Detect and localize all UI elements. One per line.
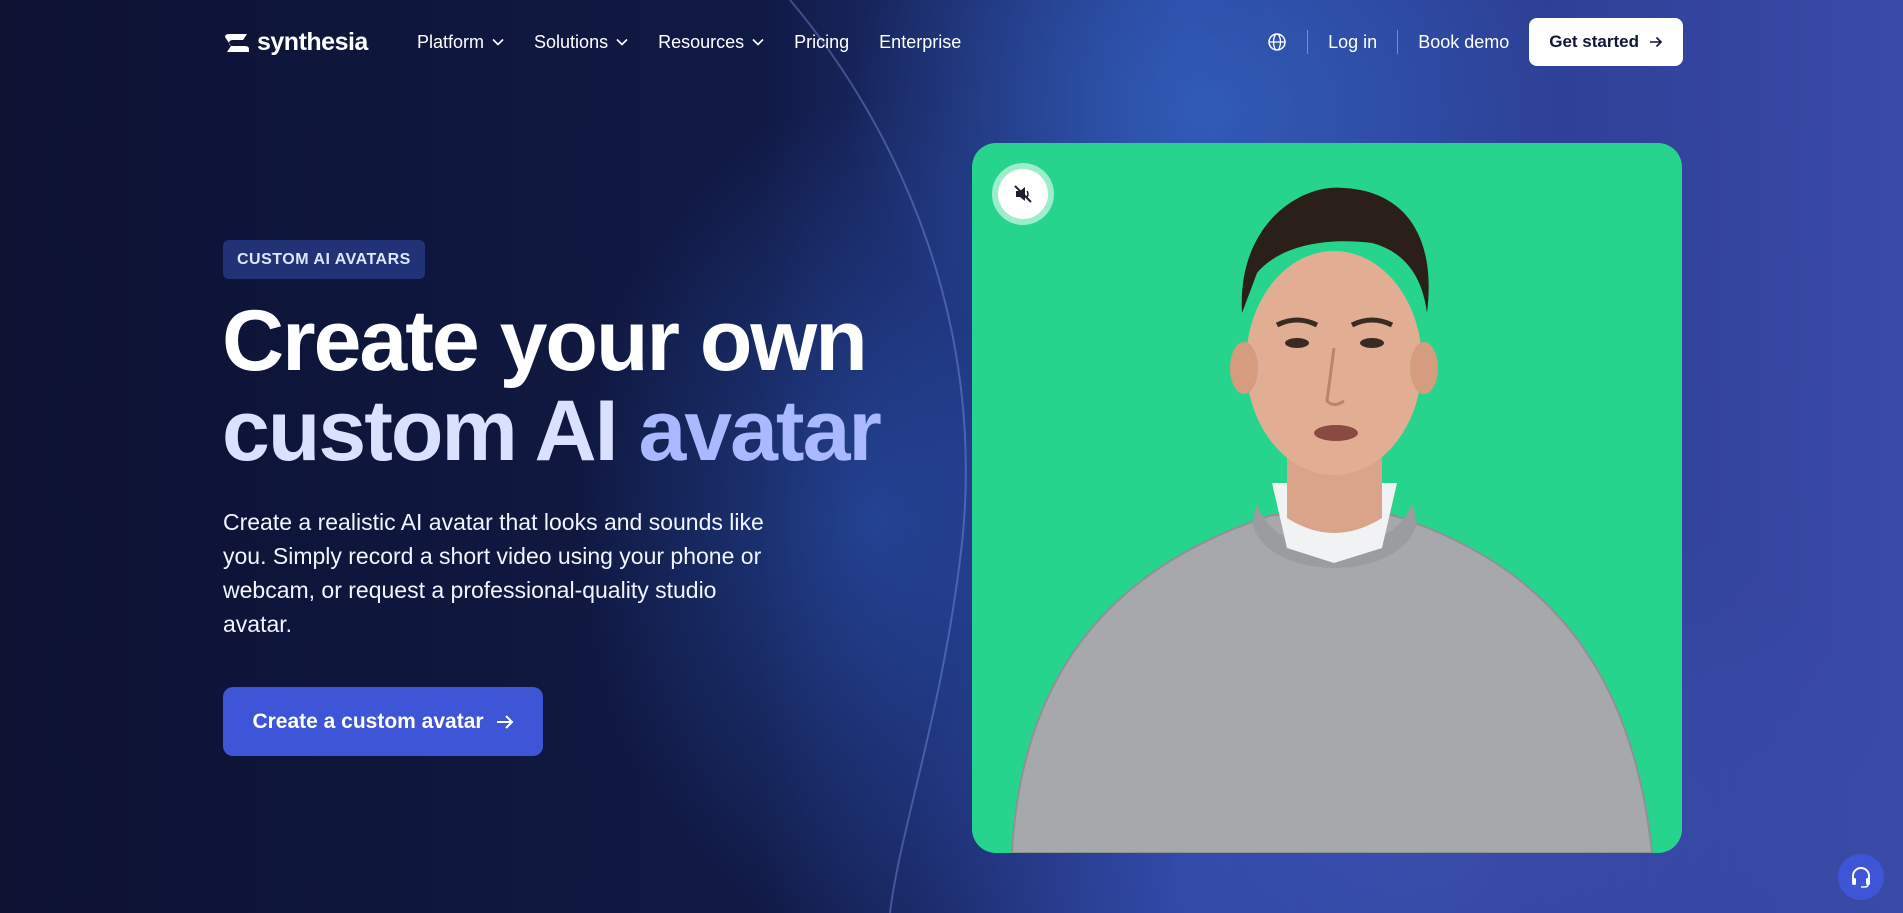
menu-item-label: Resources bbox=[658, 31, 745, 52]
synthesia-logo[interactable]: synthesia bbox=[223, 28, 368, 57]
book-demo-link[interactable]: Book demo bbox=[1398, 32, 1529, 53]
nav-actions: Log in Book demo Get started bbox=[1267, 18, 1683, 66]
chevron-down-icon bbox=[492, 38, 504, 46]
chevron-down-icon bbox=[752, 38, 764, 46]
headline-accent-word: avatar bbox=[638, 383, 881, 479]
menu-item-resources[interactable]: Resources bbox=[658, 30, 764, 54]
section-badge: CUSTOM AI AVATARS bbox=[223, 240, 425, 279]
logo-mark-icon bbox=[225, 33, 249, 52]
mute-toggle-button[interactable] bbox=[992, 163, 1054, 225]
globe-icon[interactable] bbox=[1267, 32, 1287, 52]
menu-item-enterprise[interactable]: Enterprise bbox=[879, 30, 961, 54]
speaker-muted-icon bbox=[1014, 185, 1032, 203]
chevron-down-icon bbox=[616, 38, 628, 46]
menu-item-label: Pricing bbox=[794, 31, 850, 52]
headline-line-2: custom AI avatar bbox=[222, 383, 882, 479]
get-started-button[interactable]: Get started bbox=[1529, 18, 1683, 66]
login-link[interactable]: Log in bbox=[1308, 32, 1397, 53]
mute-button-inner bbox=[998, 169, 1048, 219]
top-navigation: synthesia Platform Solutions Resources P… bbox=[0, 0, 1903, 84]
menu-item-label: Solutions bbox=[534, 31, 609, 52]
hero-headline: Create your own custom AI avatar bbox=[222, 293, 882, 479]
menu-item-label: Platform bbox=[417, 31, 485, 52]
logo-text: synthesia bbox=[257, 28, 368, 56]
get-started-label: Get started bbox=[1549, 32, 1639, 51]
menu-item-solutions[interactable]: Solutions bbox=[534, 30, 628, 54]
headline-line-1: Create your own bbox=[222, 293, 868, 389]
support-chat-button[interactable] bbox=[1838, 854, 1884, 900]
create-custom-avatar-button[interactable]: Create a custom avatar bbox=[223, 687, 543, 756]
hero-description: Create a realistic AI avatar that looks … bbox=[223, 509, 764, 637]
menu-item-label: Enterprise bbox=[879, 31, 962, 52]
headset-icon bbox=[1852, 867, 1870, 888]
headline-line-2-start: custom AI bbox=[222, 383, 619, 479]
arrow-right-icon bbox=[496, 714, 513, 729]
avatar-video-player[interactable] bbox=[972, 143, 1682, 853]
menu-item-platform[interactable]: Platform bbox=[417, 30, 504, 54]
cta-label: Create a custom avatar bbox=[252, 709, 484, 733]
menu-item-pricing[interactable]: Pricing bbox=[794, 30, 849, 54]
arrow-right-icon bbox=[1650, 36, 1663, 48]
main-menu: Platform Solutions Resources Pricing Ent… bbox=[417, 30, 961, 54]
avatar-person-image bbox=[1010, 187, 1654, 853]
